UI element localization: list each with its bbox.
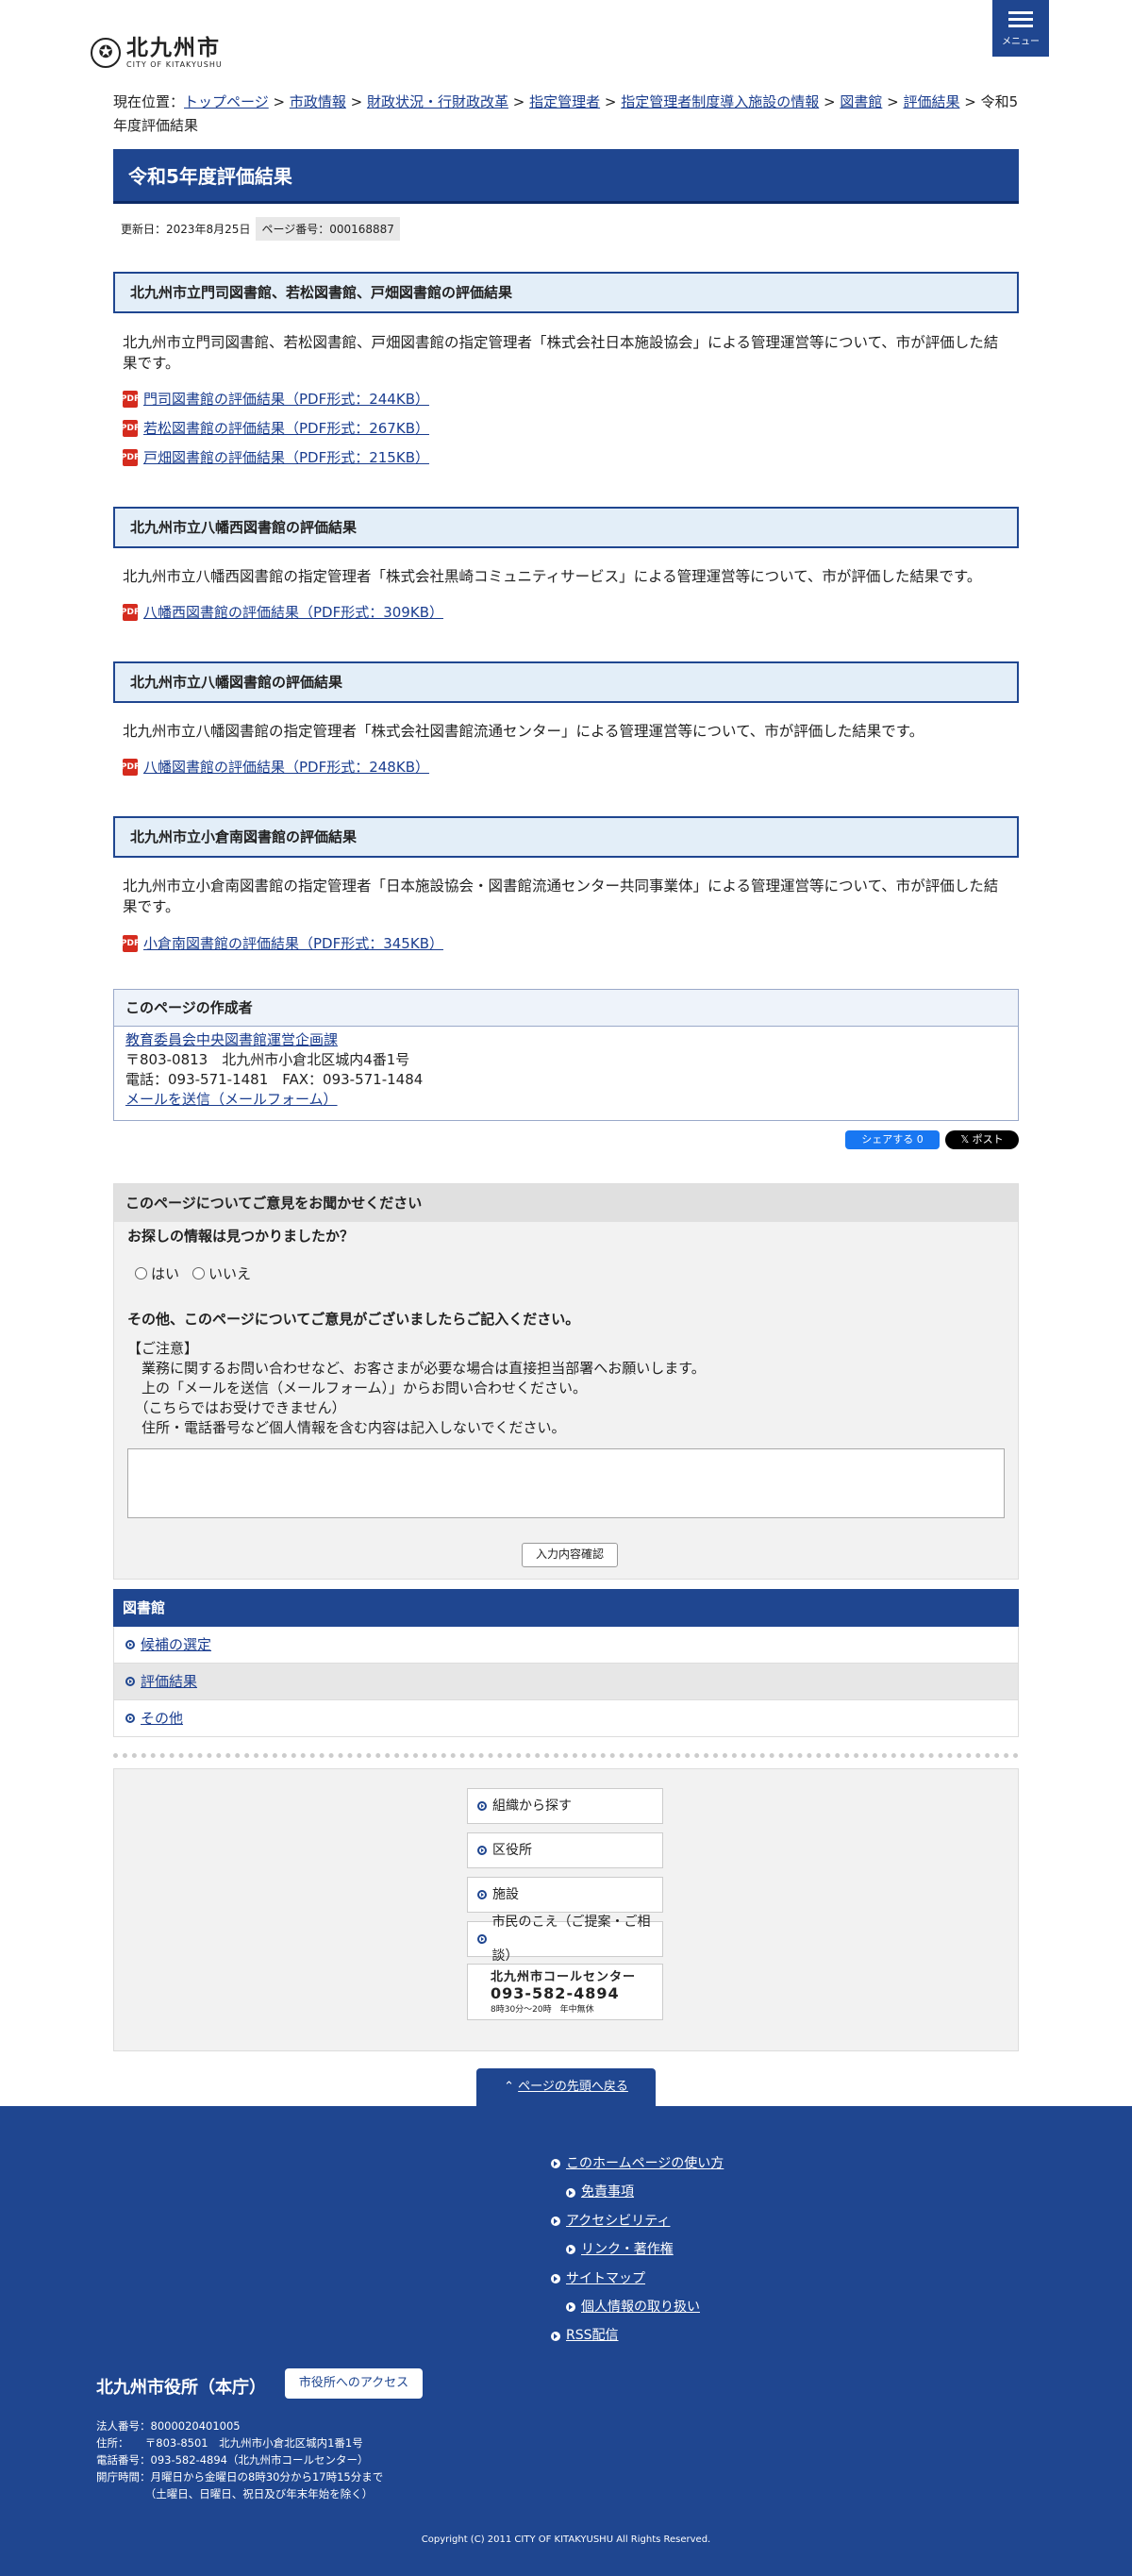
footer-links: このホームページの使い方 免責事項 アクセシビリティ リンク・著作権 サイトマッ… [551, 2149, 724, 2350]
arrow-circle-icon [551, 2216, 560, 2227]
logo-name: 北九州市 [126, 36, 221, 60]
author-phone: 電話：093-571-1481 FAX：093-571-1484 [125, 1071, 424, 1088]
radio-yes[interactable]: はい [135, 1263, 179, 1283]
author-mail-link[interactable]: メールを送信（メールフォーム） [125, 1090, 1007, 1110]
updated-date: 更新日：2023年8月25日 [121, 223, 251, 236]
section-heading: 北九州市立八幡西図書館の評価結果 [113, 507, 1019, 548]
footer-link[interactable]: サイトマップ [551, 2265, 724, 2293]
call-center-phone: 093-582-4894 [491, 1984, 620, 2002]
feedback-form: このページについてご意見をお聞かせください お探しの情報は見つかりましたか？ は… [113, 1183, 1019, 1580]
footer-link[interactable]: アクセシビリティ [551, 2207, 724, 2235]
arrow-circle-icon [551, 2273, 560, 2283]
arrow-circle-icon [477, 1890, 487, 1899]
arrow-circle-icon [566, 2187, 575, 2198]
pdf-link[interactable]: PDF 若松図書館の評価結果（PDF形式：267KB） [121, 418, 429, 438]
arrow-circle-icon [566, 2245, 575, 2255]
arrow-circle-icon [125, 1640, 135, 1649]
logo-name-en: CITY OF KITAKYUSHU [126, 60, 223, 69]
pdf-icon: PDF [121, 758, 140, 776]
guide-button-ward-office[interactable]: 区役所 [467, 1832, 663, 1868]
footer-office-name: 北九州市役所（本庁） [96, 2378, 266, 2398]
feedback-textarea[interactable] [127, 1448, 1005, 1518]
pdf-link[interactable]: PDF 小倉南図書館の評価結果（PDF形式：345KB） [121, 933, 443, 953]
pdf-icon: PDF [121, 934, 140, 952]
guide-box: 組織から探す 区役所 施設 市民のこえ（ご提案・ご相談） 北九州市コールセンター… [113, 1768, 1019, 2051]
pdf-link[interactable]: PDF 戸畑図書館の評価結果（PDF形式：215KB） [121, 447, 429, 467]
section-body: 北九州市立八幡図書館の指定管理者「株式会社図書館流通センター」による管理運営等に… [123, 723, 924, 740]
city-emblem-icon: ✪ [91, 38, 121, 68]
pdf-icon: PDF [121, 448, 140, 466]
arrow-circle-icon [125, 1714, 135, 1723]
arrow-circle-icon [477, 1934, 487, 1944]
library-nav: 図書館 候補の選定 評価結果 その他 [113, 1589, 1019, 1737]
library-nav-item[interactable]: その他 [113, 1700, 1019, 1737]
breadcrumb-prefix: 現在位置： [113, 93, 185, 110]
copyright: Copyright (C) 2011 CITY OF KITAKYUSHU Al… [421, 2534, 711, 2545]
pdf-icon: PDF [121, 390, 140, 408]
guide-button-citizen-voice[interactable]: 市民のこえ（ご提案・ご相談） [467, 1915, 663, 1964]
breadcrumb-item[interactable]: 指定管理者 [529, 93, 600, 110]
breadcrumb-item[interactable]: 図書館 [840, 93, 882, 110]
city-hall-access-button[interactable]: 市役所へのアクセス [285, 2368, 423, 2399]
author-dept-link[interactable]: 教育委員会中央図書館運営企画課 [125, 1030, 1007, 1050]
pdf-icon: PDF [121, 419, 140, 437]
footer-link[interactable]: このホームページの使い方 [551, 2149, 724, 2178]
section-heading: 北九州市立八幡図書館の評価結果 [113, 661, 1019, 703]
confirm-button[interactable]: 入力内容確認 [522, 1543, 618, 1567]
footer-link[interactable]: 個人情報の取り扱い [551, 2293, 724, 2321]
arrow-circle-icon [551, 2331, 560, 2341]
section-body: 北九州市立門司図書館、若松図書館、戸畑図書館の指定管理者「株式会社日本施設協会」… [123, 334, 999, 372]
footer-info: 法人番号：8000020401005 住所： 〒803-8501 北九州市小倉北… [96, 2419, 384, 2501]
library-nav-item-active[interactable]: 評価結果 [113, 1664, 1019, 1700]
facebook-share-button[interactable]: シェアする 0 [845, 1130, 940, 1149]
pdf-link[interactable]: PDF 八幡図書館の評価結果（PDF形式：248KB） [121, 757, 429, 777]
feedback-question-found: お探しの情報は見つかりましたか？ [127, 1228, 355, 1245]
author-heading: このページの作成者 [114, 990, 1018, 1027]
section-body: 北九州市立小倉南図書館の指定管理者「日本施設協会・図書館流通センター共同事業体」… [123, 878, 999, 915]
arrow-circle-icon [125, 1677, 135, 1686]
breadcrumb-item[interactable]: 指定管理者制度導入施設の情報 [621, 93, 819, 110]
call-center-banner[interactable]: 北九州市コールセンター 093-582-4894 8時30分〜20時 年中無休 [467, 1964, 663, 2020]
pdf-link[interactable]: PDF 門司図書館の評価結果（PDF形式：244KB） [121, 389, 429, 409]
page-meta: 更新日：2023年8月25日 ページ番号：000168887 [121, 217, 400, 241]
pdf-link[interactable]: PDF 八幡西図書館の評価結果（PDF形式：309KB） [121, 602, 443, 622]
pdf-icon: PDF [121, 603, 140, 621]
divider [113, 1753, 1019, 1758]
footer-link[interactable]: RSS配信 [551, 2321, 724, 2350]
footer-link[interactable]: リンク・著作権 [551, 2235, 724, 2264]
page-number: ページ番号：000168887 [256, 217, 400, 241]
call-center-name: 北九州市コールセンター [491, 1970, 637, 1984]
footer-link[interactable]: 免責事項 [551, 2178, 724, 2206]
section-heading: 北九州市立小倉南図書館の評価結果 [113, 816, 1019, 858]
feedback-notes: 【ご注意】 業務に関するお問い合わせなど、お客さまが必要な場合は直接担当部署へお… [127, 1340, 706, 1436]
call-center-hours: 8時30分〜20時 年中無休 [491, 2005, 594, 2015]
guide-button-organization[interactable]: 組織から探す [467, 1788, 663, 1824]
breadcrumb-item[interactable]: トップページ [184, 93, 269, 110]
library-nav-item[interactable]: 候補の選定 [113, 1627, 1019, 1664]
breadcrumb: 現在位置：トップページ > 市政情報 > 財政状況・行財政改革 > 指定管理者 … [113, 93, 1019, 134]
back-to-top-button[interactable]: ⌃ ページの先頭へ戻る [476, 2068, 656, 2106]
arrow-circle-icon [477, 1846, 487, 1855]
page-title: 令和5年度評価結果 [113, 149, 1019, 204]
arrow-circle-icon [566, 2302, 575, 2313]
menu-label: メニュー [1002, 37, 1040, 47]
arrow-circle-icon [551, 2159, 560, 2169]
feedback-heading: このページについてご意見をお聞かせください [114, 1184, 1018, 1222]
menu-button[interactable]: メニュー [992, 0, 1049, 57]
radio-no[interactable]: いいえ [192, 1263, 251, 1283]
section-heading: 北九州市立門司図書館、若松図書館、戸畑図書館の評価結果 [113, 272, 1019, 313]
breadcrumb-item[interactable]: 財政状況・行財政改革 [367, 93, 508, 110]
arrow-circle-icon [477, 1801, 487, 1811]
feedback-question-comments: その他、このページについてご意見がございましたらご記入ください。 [127, 1311, 580, 1328]
breadcrumb-item[interactable]: 評価結果 [903, 93, 959, 110]
site-logo[interactable]: ✪ 北九州市 CITY OF KITAKYUSHU [91, 36, 223, 70]
author-address: 〒803-0813 北九州市小倉北区城内4番1号 [125, 1051, 410, 1068]
x-post-button[interactable]: 𝕏 ポスト [945, 1130, 1019, 1149]
footer: このホームページの使い方 免責事項 アクセシビリティ リンク・著作権 サイトマッ… [0, 2106, 1132, 2576]
hamburger-icon [1008, 11, 1033, 14]
author-box: このページの作成者 教育委員会中央図書館運営企画課 〒803-0813 北九州市… [113, 989, 1019, 1121]
section-body: 北九州市立八幡西図書館の指定管理者「株式会社黒崎コミュニティサービス」による管理… [123, 568, 982, 585]
breadcrumb-item[interactable]: 市政情報 [290, 93, 346, 110]
library-nav-heading: 図書館 [113, 1589, 1019, 1627]
